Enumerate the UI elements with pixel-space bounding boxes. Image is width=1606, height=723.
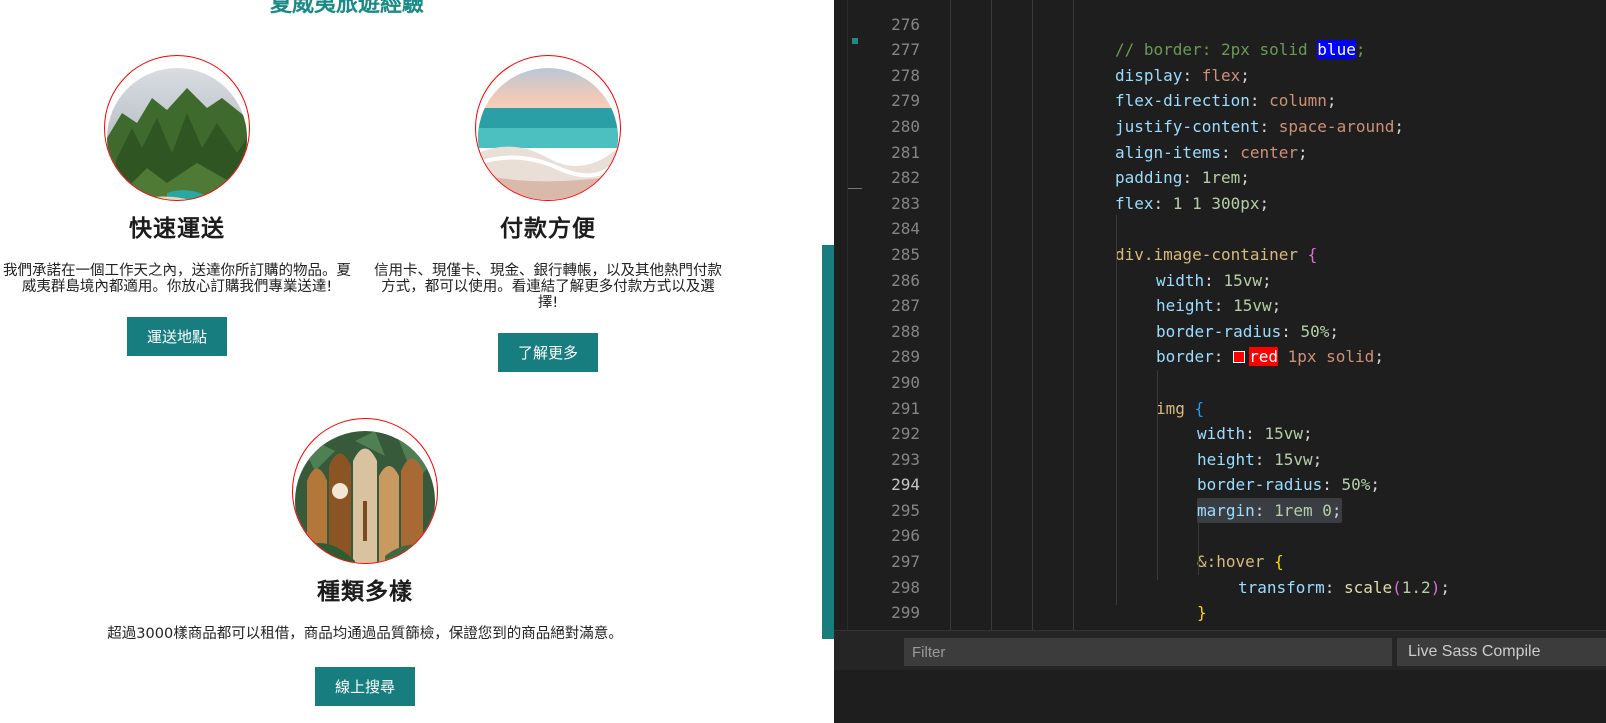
image-container	[475, 55, 621, 201]
indent-guide	[1116, 215, 1117, 605]
image-container	[104, 55, 250, 201]
online-search-button[interactable]: 線上搜尋	[314, 667, 415, 706]
learn-more-button[interactable]: 了解更多	[497, 333, 598, 372]
card-description: 信用卡、現僅卡、現金、銀行轉帳，以及其他熱門付款方式，都可以使用。看連結了解更多…	[374, 263, 722, 311]
surfboards-image	[295, 431, 435, 563]
output-panel-toolbar: Live Sass Compile	[834, 630, 1606, 670]
output-panel-body	[834, 670, 1606, 723]
card-description: 超過3000樣商品都可以租借，商品均通過品質篩檢，保證您到的商品絕對滿意。	[107, 626, 623, 642]
indent-guide	[1032, 0, 1033, 630]
card-title: 種類多樣	[317, 579, 413, 605]
mountain-cliffs-image	[107, 68, 247, 200]
image-container	[292, 418, 438, 564]
browser-preview: 夏威夷旅遊經驗 快速運送 我們承諾在一個工作天之內，送達你所訂購的物品。夏威夷群…	[0, 0, 834, 723]
card-title: 快速運送	[129, 216, 225, 242]
indent-guide	[950, 0, 951, 630]
indent-guide	[1073, 0, 1074, 630]
indent-guide	[991, 0, 992, 630]
code-editor: 276 // border: 2px solid blue; 277 displ…	[834, 0, 1606, 723]
beach-image	[478, 68, 618, 200]
filter-input[interactable]	[904, 638, 1392, 666]
section-heading: 夏威夷旅遊經驗	[270, 0, 425, 17]
feature-card-shipping: 快速運送 我們承諾在一個工作天之內，送達你所訂購的物品。夏威夷群島境內都適用。你…	[2, 55, 352, 356]
feature-card-payment: 付款方便 信用卡、現僅卡、現金、銀行轉帳，以及其他熱門付款方式，都可以使用。看連…	[373, 55, 723, 372]
feature-card-variety: 種類多樣 超過3000樣商品都可以租借，商品均通過品質篩檢，保證您到的商品絕對滿…	[107, 418, 623, 706]
card-title: 付款方便	[500, 216, 596, 242]
output-channel-select[interactable]: Live Sass Compile	[1397, 638, 1606, 666]
card-description: 我們承諾在一個工作天之內，送達你所訂購的物品。夏威夷群島境內都適用。你放心訂購我…	[3, 263, 351, 295]
preview-scrollbar[interactable]	[822, 245, 834, 639]
indent-guide	[1157, 370, 1158, 580]
indent-guide	[1198, 523, 1199, 575]
shipping-locations-button[interactable]: 運送地點	[126, 317, 227, 356]
